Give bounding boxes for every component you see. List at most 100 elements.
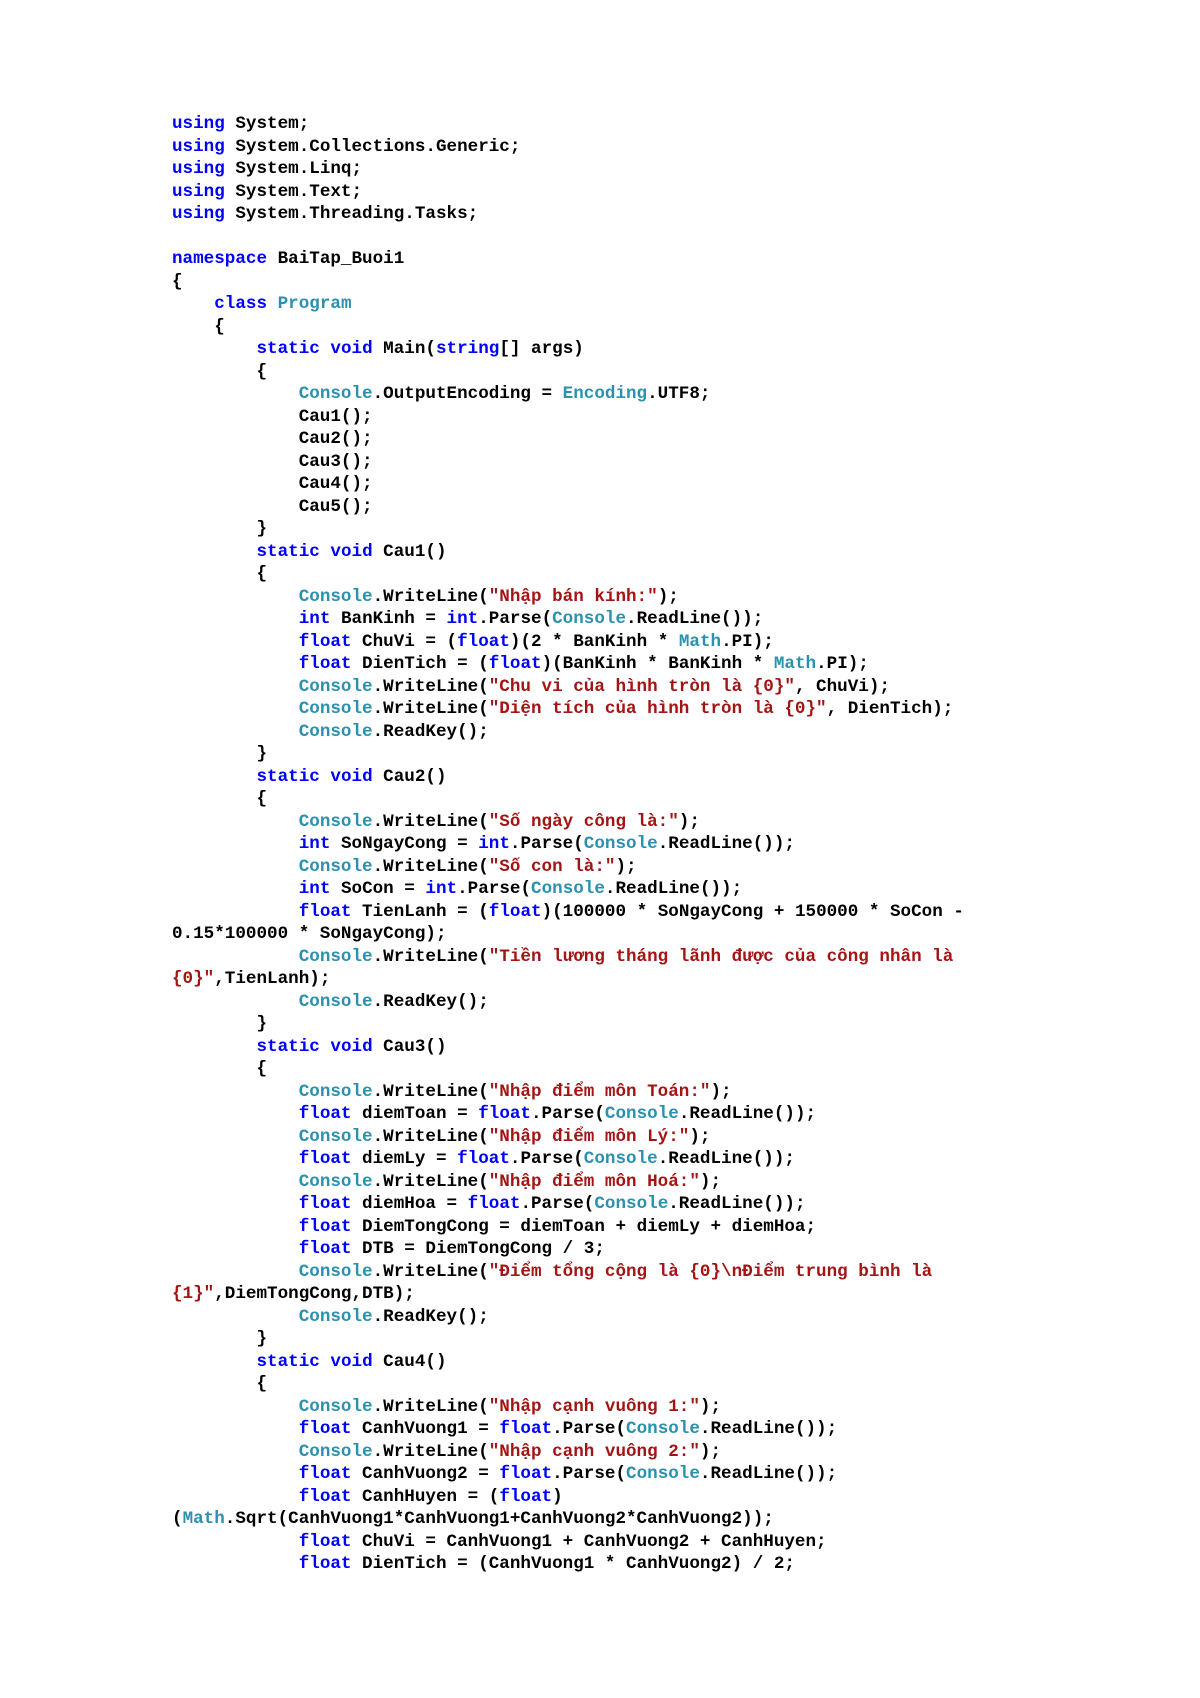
code-text: BanKinh = [330,609,447,629]
code-text: .ReadKey(); [372,721,489,742]
string-token: "Số con là:" [488,856,616,877]
code-text: } [172,1329,268,1349]
code-line: } [172,1328,964,1351]
code-text: diemToan = [351,1104,479,1124]
keyword-token: float [298,901,352,922]
type-token: Console [298,384,373,404]
string-token: "Diện tích của hình tròn là {0}" [488,699,827,719]
string-token: "Nhập điểm môn Hoá:" [488,1171,700,1192]
code-text: .Parse( [509,1149,584,1169]
type-token: Console [298,699,373,719]
code-line: using System.Collections.Generic; [172,136,964,159]
code-text: .ReadKey(); [372,1306,489,1327]
keyword-token: void [330,541,373,562]
type-token: Console [531,879,605,899]
code-text: .WriteLine( [372,699,489,719]
keyword-token: static [256,541,320,562]
code-line: { [172,361,964,384]
keyword-token: int [298,609,331,629]
type-token: Console [626,1419,700,1439]
type-token: Encoding [562,384,648,404]
code-text: Cau1() [372,541,447,562]
code-line: { [172,788,964,811]
code-line: float CanhHuyen = (float) [172,1486,964,1509]
code-text: ChuVi = CanhVuong1 + CanhVuong2 + CanhHu… [351,1531,827,1552]
code-text: System.Threading.Tasks; [224,204,479,224]
code-text: ); [699,1171,722,1192]
code-text: diemHoa = [351,1194,468,1214]
code-line: Cau5(); [172,496,964,519]
keyword-token: void [330,766,373,787]
code-text: ); [689,1126,711,1147]
keyword-token: float [478,1104,531,1124]
code-text: .ReadLine()); [626,609,764,629]
code-text: ChuVi = ( [351,631,458,652]
type-token: Console [583,834,658,854]
code-line: } [172,743,964,766]
code-line: Cau1(); [172,406,964,429]
code-line: {1}",DiemTongCong,DTB); [172,1283,964,1306]
code-line: float ChuVi = (float)(2 * BanKinh * Math… [172,631,964,654]
code-line: namespace BaiTap_Buoi1 [172,248,964,271]
type-token: Console [298,1126,373,1147]
string-token: "Số ngày công là:" [488,811,679,832]
type-token: Console [298,1306,373,1327]
code-line: Cau3(); [172,451,964,474]
type-token: Console [298,1441,373,1462]
code-line: { [172,271,964,294]
code-text: CanhVuong2 = [351,1464,500,1484]
keyword-token: using [172,159,225,179]
keyword-token: float [298,631,352,652]
keyword-token: int [478,834,510,854]
keyword-token: float [298,1419,352,1439]
code-text: Cau4() [372,1351,447,1372]
string-token: "Nhập điểm môn Toán:" [488,1081,711,1102]
code-line: Console.WriteLine("Nhập điểm môn Hoá:"); [172,1171,964,1194]
type-token: Console [298,1396,373,1417]
code-text: SoCon = [330,879,426,899]
keyword-token: float [298,1216,352,1237]
code-text: .Parse( [520,1194,595,1214]
code-text: .ReadLine()); [668,1194,806,1214]
code-text: { [172,789,268,809]
code-line: { [172,1373,964,1396]
code-text: .WriteLine( [372,586,489,607]
code-line: static void Cau1() [172,541,964,564]
code-text: ); [699,1396,722,1417]
code-text: , ChuVi); [794,676,890,697]
code-line: Console.ReadKey(); [172,721,964,744]
code-text: .Parse( [457,879,532,899]
string-token: "Nhập bán kính:" [488,586,658,607]
keyword-token: int [425,879,458,899]
code-line: { [172,563,964,586]
keyword-token: float [499,1419,553,1439]
code-text: .Parse( [552,1419,627,1439]
code-text: , DienTich); [826,699,954,719]
code-line: float diemHoa = float.Parse(Console.Read… [172,1193,964,1216]
code-text: SoNgayCong = [330,834,479,854]
keyword-token: static [256,1036,320,1057]
code-text: 0.15*100000 * SoNgayCong); [172,924,447,944]
keyword-token: class [214,294,268,314]
type-token: Console [298,721,373,742]
code-line: float DiemTongCong = diemToan + diemLy +… [172,1216,964,1239]
code-text: ,TienLanh); [214,969,331,989]
code-line: Console.WriteLine("Điểm tổng cộng là {0}… [172,1261,964,1284]
code-text: Cau1(); [172,406,373,427]
code-text: System.Linq; [224,159,363,179]
